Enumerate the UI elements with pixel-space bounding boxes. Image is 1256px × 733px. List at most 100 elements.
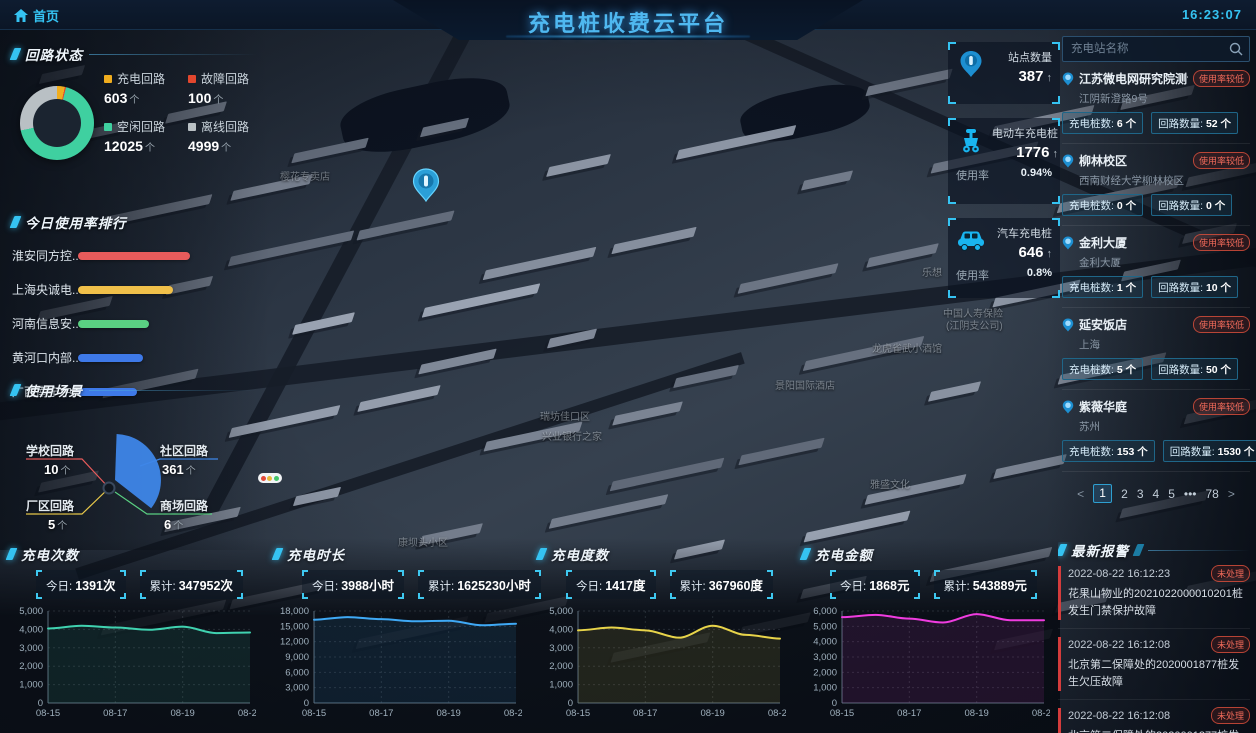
station-address: 金利大厦 <box>1079 257 1121 269</box>
station-name: 金利大厦 <box>1079 236 1128 250</box>
circuit-legend: 充电回路 603 个 故障回路 100 个 空闲回路 12025 个 离线回路 499… <box>104 70 258 154</box>
page-button-5[interactable]: 5 <box>1168 487 1175 501</box>
scene-label-community: 社区回路 <box>160 444 209 458</box>
legend-item: 空闲回路 12025 个 <box>104 118 182 154</box>
total-stat-box: 累计: 347952次 <box>139 570 243 599</box>
svg-text:08-17: 08-17 <box>633 708 657 719</box>
alarm-list-item[interactable]: 2022-08-22 16:12:08 未处理北京第二保障处的2020001877… <box>1058 700 1250 733</box>
stat-card-car-piles: 汽车充电桩 646 ↑ 使用率 0.8% <box>948 218 1060 298</box>
station-address: 江阴新澄路9号 <box>1079 93 1148 105</box>
bottom-panel-title: 充电度数 <box>551 548 609 563</box>
slash-icon <box>271 548 284 560</box>
unhandled-badge: 未处理 <box>1210 565 1250 582</box>
usage-scene-panel: 使用场景 学校回路 10 个 社区回路 361 个 厂区回路 5个 商场回路 6个 <box>9 382 256 532</box>
pile-count-box: 充电桩数: 5 个 <box>1062 358 1144 380</box>
alarm-text: 花果山物业的2021022000010201桩发生门禁保护故障 <box>1068 588 1243 618</box>
circuit-count-box: 回路数量: 52 个 <box>1151 112 1239 134</box>
page-button-2[interactable]: 2 <box>1121 487 1128 501</box>
usage-value: 0.94% <box>1020 167 1052 179</box>
clock: 16:23:07 <box>1181 7 1242 22</box>
station-list-item[interactable]: 紫薇华庭 使用率较低 苏州 充电桩数: 153 个回路数量: 1530 个 <box>1062 390 1256 472</box>
map-pin-icon[interactable] <box>412 168 440 206</box>
alarm-list-item[interactable]: 2022-08-22 16:12:08 未处理北京第二保障处的2020001877… <box>1058 629 1250 701</box>
alarm-text: 北京第二保障处的2020001877桩发生欠压故障 <box>1068 659 1240 689</box>
stat-card-ebike-piles: 电动车充电桩 1776 ↑ 使用率 0.94% <box>948 118 1060 204</box>
svg-text:2,000: 2,000 <box>549 661 573 672</box>
page-title: 充电桩收费云平台 <box>527 11 728 36</box>
pile-count-box: 充电桩数: 0 个 <box>1062 194 1144 216</box>
chart-panel-charge-hours: 充电时长 今日: 3988小时 累计: 1625230小时 0 3,000 6,000 9,00… <box>271 546 541 730</box>
svg-text:08-21: 08-21 <box>768 708 786 719</box>
legend-unit: 个 <box>221 143 232 154</box>
legend-label: 故障回路 <box>201 72 250 86</box>
station-name: 延安饭店 <box>1079 318 1128 332</box>
svg-text:4,000: 4,000 <box>813 637 837 648</box>
svg-text:5,000: 5,000 <box>813 621 837 632</box>
pile-count-box: 充电桩数: 153 个 <box>1062 440 1155 462</box>
svg-text:08-19: 08-19 <box>965 708 989 719</box>
rank-label: 淮安同方控... <box>12 249 78 263</box>
legend-value: 603 <box>104 90 128 106</box>
station-name: 紫薇华庭 <box>1079 400 1128 414</box>
rank-row: 淮安同方控... <box>12 247 256 264</box>
legend-label: 充电回路 <box>117 72 166 86</box>
svg-text:3,000: 3,000 <box>813 652 837 663</box>
page-prev-button[interactable]: < <box>1077 487 1084 501</box>
svg-text:6,000: 6,000 <box>285 667 309 678</box>
station-list-item[interactable]: 江苏微电网研究院测试 使用率较低 江阴新澄路9号 充电桩数: 6 个回路数量: 52 … <box>1062 62 1250 144</box>
stat-label: 汽车充电桩 <box>997 228 1052 240</box>
station-list-item[interactable]: 柳林校区 使用率较低 西南财经大学柳林校区 充电桩数: 0 个回路数量: 0 个 <box>1062 144 1250 226</box>
page-button-1[interactable]: 1 <box>1093 484 1113 503</box>
svg-text:08-17: 08-17 <box>369 708 393 719</box>
rank-bar <box>78 251 190 260</box>
station-pin-icon <box>1062 318 1074 331</box>
title-rule <box>1148 549 1250 551</box>
usage-label: 使用率 <box>956 270 989 282</box>
low-usage-badge: 使用率较低 <box>1192 316 1250 333</box>
low-usage-badge: 使用率较低 <box>1192 70 1250 87</box>
search-icon[interactable] <box>1229 42 1243 61</box>
legend-value: 12025 <box>104 138 143 154</box>
svg-text:5,000: 5,000 <box>19 606 43 617</box>
page-button-3[interactable]: 3 <box>1137 487 1144 501</box>
svg-text:4,000: 4,000 <box>549 624 573 635</box>
svg-text:08-21: 08-21 <box>1032 708 1050 719</box>
search-input[interactable] <box>1063 37 1249 61</box>
rank-row: 上海央诚电... <box>12 281 256 298</box>
svg-text:3,000: 3,000 <box>285 683 309 694</box>
line-chart: 0 3,000 6,000 9,000 12,000 15,000 18,000 08-15 0… <box>274 603 528 730</box>
legend-value: 100 <box>188 90 212 106</box>
legend-unit: 个 <box>129 95 140 106</box>
line-chart: 0 1,000 2,000 3,000 4,000 5,000 08-15 08-17 08-1… <box>8 603 262 730</box>
station-name: 柳林校区 <box>1079 154 1128 168</box>
stat-value: 387 <box>1018 68 1044 85</box>
today-stat-box: 今日: 1417度 <box>566 570 656 599</box>
svg-text:1,000: 1,000 <box>549 680 573 691</box>
scene-label-factory: 厂区回路 <box>26 499 75 513</box>
legend-item: 故障回路 100 个 <box>188 70 258 106</box>
station-address: 西南财经大学柳林校区 <box>1079 175 1184 187</box>
scene-label-mall: 商场回路 <box>160 499 209 513</box>
alarm-list-item[interactable]: 2022-08-22 16:12:23 未处理 花果山物业的202102200001… <box>1058 558 1250 630</box>
slash-icon <box>9 216 22 228</box>
usage-label: 使用率 <box>956 170 989 182</box>
station-list-item[interactable]: 金利大厦 使用率较低 金利大厦 充电桩数: 1 个回路数量: 10 个 <box>1062 226 1250 308</box>
svg-text:08-17: 08-17 <box>103 708 127 719</box>
svg-text:9,000: 9,000 <box>285 652 309 663</box>
svg-text:6,000: 6,000 <box>813 606 837 617</box>
usage-rank-bars: 淮安同方控... 上海央诚电... 河南信息安... 黄河口内部... 广西南宁… <box>12 247 256 400</box>
page-next-button[interactable]: > <box>1228 487 1235 501</box>
alarm-text: 北京第二保障处的2020001877桩发生欠压停止充电故障 <box>1068 728 1250 733</box>
station-list-item[interactable]: 延安饭店 使用率较低 上海 充电桩数: 5 个回路数量: 50 个 <box>1062 308 1250 390</box>
scene-value-factory: 5个 <box>48 517 68 532</box>
header-bar: 首页 充电桩收费云平台 16:23:07 <box>0 0 1256 40</box>
station-name: 江苏微电网研究院测试 <box>1079 72 1188 86</box>
page-button-4[interactable]: 4 <box>1153 487 1160 501</box>
page-button-78[interactable]: 78 <box>1206 487 1219 501</box>
circuit-status-panel: 回路状态 充电回路 603 个 故障回路 100 个 空闲回路 12025 个 离线回… <box>9 46 258 198</box>
usage-rank-panel: 今日使用率排行 淮安同方控... 上海央诚电... 河南信息安... 黄河口内部… <box>9 214 256 399</box>
title-rule <box>89 53 256 55</box>
svg-text:1,000: 1,000 <box>813 683 837 694</box>
circuit-status-title: 回路状态 <box>25 48 83 63</box>
usage-value: 0.8% <box>1026 267 1052 279</box>
